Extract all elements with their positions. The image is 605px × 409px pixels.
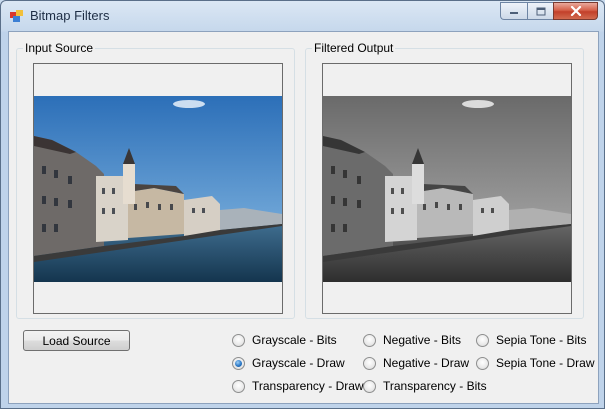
radio-label: Grayscale - Bits bbox=[252, 333, 337, 347]
radio-grayscale-draw[interactable]: Grayscale - Draw bbox=[232, 355, 345, 371]
radio-circle[interactable] bbox=[363, 333, 376, 347]
radio-sepia-draw[interactable]: Sepia Tone - Draw bbox=[476, 355, 595, 371]
radio-label: Negative - Bits bbox=[383, 333, 462, 347]
close-button[interactable] bbox=[553, 2, 598, 20]
radio-label: Grayscale - Draw bbox=[252, 356, 345, 370]
radio-label: Sepia Tone - Bits bbox=[496, 333, 587, 347]
radio-circle[interactable] bbox=[476, 333, 489, 347]
radio-circle[interactable] bbox=[476, 356, 489, 370]
radio-label: Sepia Tone - Draw bbox=[496, 356, 595, 370]
radio-negative-bits[interactable]: Negative - Bits bbox=[363, 332, 461, 348]
radio-sepia-bits[interactable]: Sepia Tone - Bits bbox=[476, 332, 587, 348]
radio-label: Transparency - Draw bbox=[252, 379, 364, 393]
minimize-icon bbox=[510, 12, 518, 14]
input-source-group: Input Source bbox=[16, 41, 295, 319]
input-image bbox=[34, 96, 282, 282]
minimize-button[interactable] bbox=[500, 2, 527, 20]
app-icon bbox=[10, 10, 23, 22]
radio-grayscale-bits[interactable]: Grayscale - Bits bbox=[232, 332, 337, 348]
radio-transparency-bits[interactable]: Transparency - Bits bbox=[363, 378, 487, 394]
client-area: Input Source Filtered Output Load Source… bbox=[8, 31, 599, 404]
radio-circle[interactable] bbox=[363, 379, 376, 393]
output-image bbox=[323, 96, 571, 282]
radio-circle[interactable] bbox=[232, 379, 245, 393]
radio-label: Negative - Draw bbox=[383, 356, 470, 370]
output-picture-box bbox=[322, 63, 572, 314]
close-icon bbox=[570, 6, 581, 16]
app-window: Bitmap Filters Input Source Filtered Out… bbox=[0, 0, 605, 409]
maximize-icon bbox=[536, 7, 545, 15]
radio-negative-draw[interactable]: Negative - Draw bbox=[363, 355, 469, 371]
radio-circle[interactable] bbox=[232, 333, 245, 347]
radio-circle[interactable] bbox=[363, 356, 376, 370]
title-bar[interactable]: Bitmap Filters bbox=[1, 1, 604, 30]
radio-circle-selected[interactable] bbox=[232, 356, 245, 370]
input-picture-box bbox=[33, 63, 283, 314]
input-source-label: Input Source bbox=[23, 41, 96, 55]
filtered-output-label: Filtered Output bbox=[312, 41, 396, 55]
window-title: Bitmap Filters bbox=[30, 8, 110, 23]
filtered-output-group: Filtered Output bbox=[305, 41, 584, 319]
load-source-button[interactable]: Load Source bbox=[23, 330, 130, 351]
maximize-button[interactable] bbox=[527, 2, 553, 20]
radio-transparency-draw[interactable]: Transparency - Draw bbox=[232, 378, 364, 394]
radio-label: Transparency - Bits bbox=[383, 379, 487, 393]
caption-buttons bbox=[500, 2, 598, 20]
